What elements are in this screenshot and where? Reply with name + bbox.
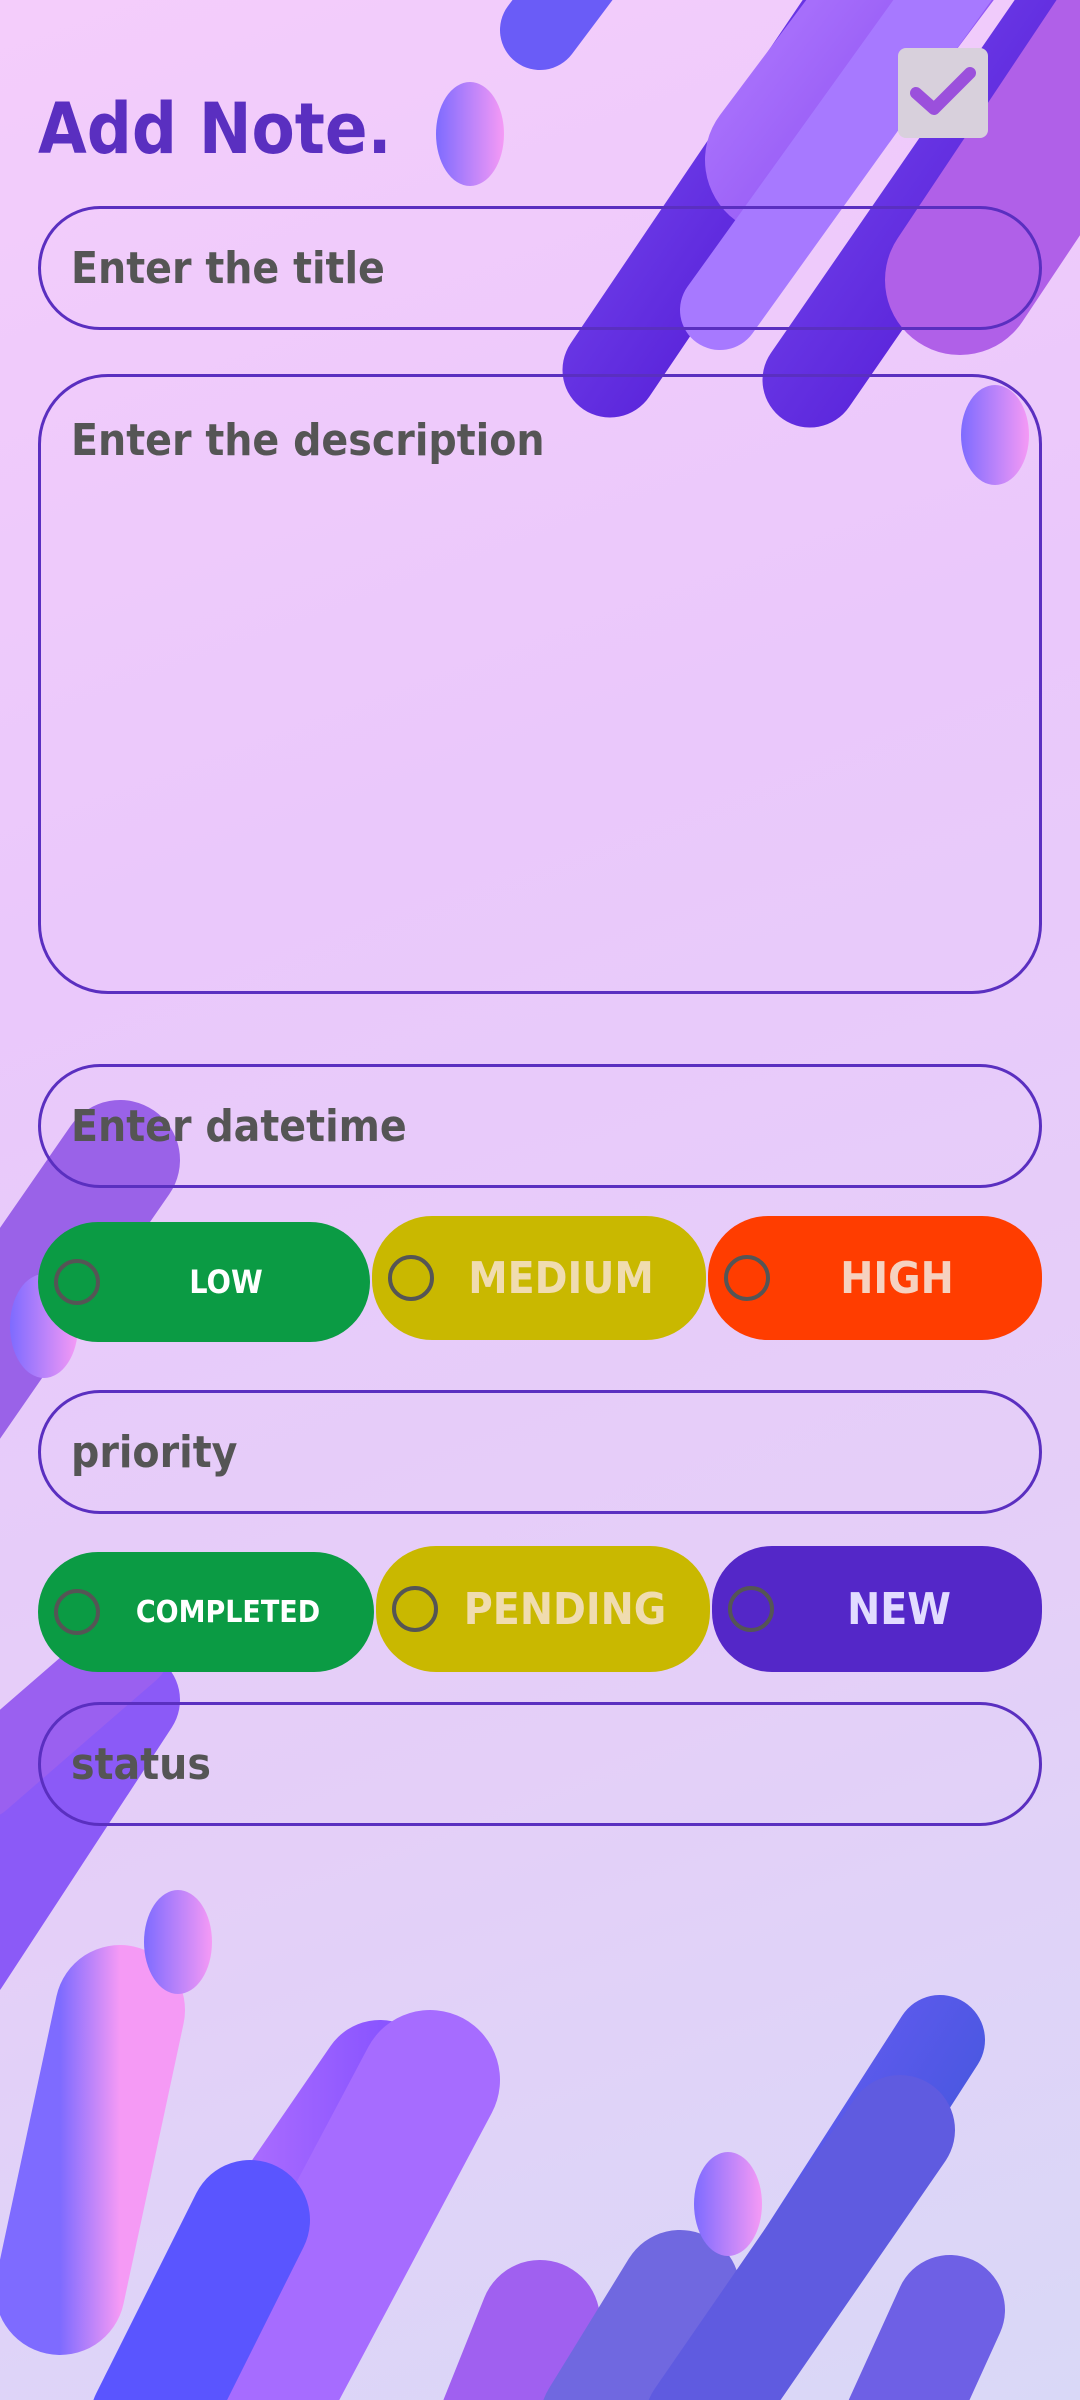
priority-field[interactable]: priority (38, 1390, 1042, 1514)
status-new-label: NEW (847, 1583, 951, 1635)
status-value: status (71, 1738, 211, 1790)
save-button[interactable] (898, 48, 988, 138)
radio-circle-icon (728, 1586, 774, 1632)
description-input[interactable]: Enter the description (38, 374, 1042, 994)
radio-circle-icon (388, 1255, 434, 1301)
title-input[interactable]: Enter the title (38, 206, 1042, 330)
priority-low-radio[interactable]: LOW (38, 1222, 370, 1342)
status-completed-label: COMPLETED (135, 1594, 321, 1630)
radio-circle-icon (54, 1259, 100, 1305)
decorative-background (0, 0, 1080, 2400)
title-placeholder: Enter the title (71, 242, 385, 294)
priority-low-label: LOW (189, 1263, 263, 1301)
status-completed-radio[interactable]: COMPLETED (38, 1552, 374, 1672)
priority-high-radio[interactable]: HIGH (708, 1216, 1042, 1340)
status-pending-label: PENDING (463, 1583, 667, 1635)
datetime-placeholder: Enter datetime (71, 1100, 407, 1152)
checkmark-icon (910, 67, 976, 115)
priority-medium-label: MEDIUM (468, 1252, 654, 1304)
priority-medium-radio[interactable]: MEDIUM (372, 1216, 706, 1340)
status-field[interactable]: status (38, 1702, 1042, 1826)
description-placeholder: Enter the description (71, 415, 545, 466)
priority-high-label: HIGH (840, 1252, 954, 1304)
status-pending-radio[interactable]: PENDING (376, 1546, 710, 1672)
radio-circle-icon (724, 1255, 770, 1301)
radio-circle-icon (392, 1586, 438, 1632)
status-new-radio[interactable]: NEW (712, 1546, 1042, 1672)
priority-value: priority (71, 1426, 238, 1478)
datetime-input[interactable]: Enter datetime (38, 1064, 1042, 1188)
page-title: Add Note. (38, 88, 392, 170)
radio-circle-icon (54, 1589, 100, 1635)
